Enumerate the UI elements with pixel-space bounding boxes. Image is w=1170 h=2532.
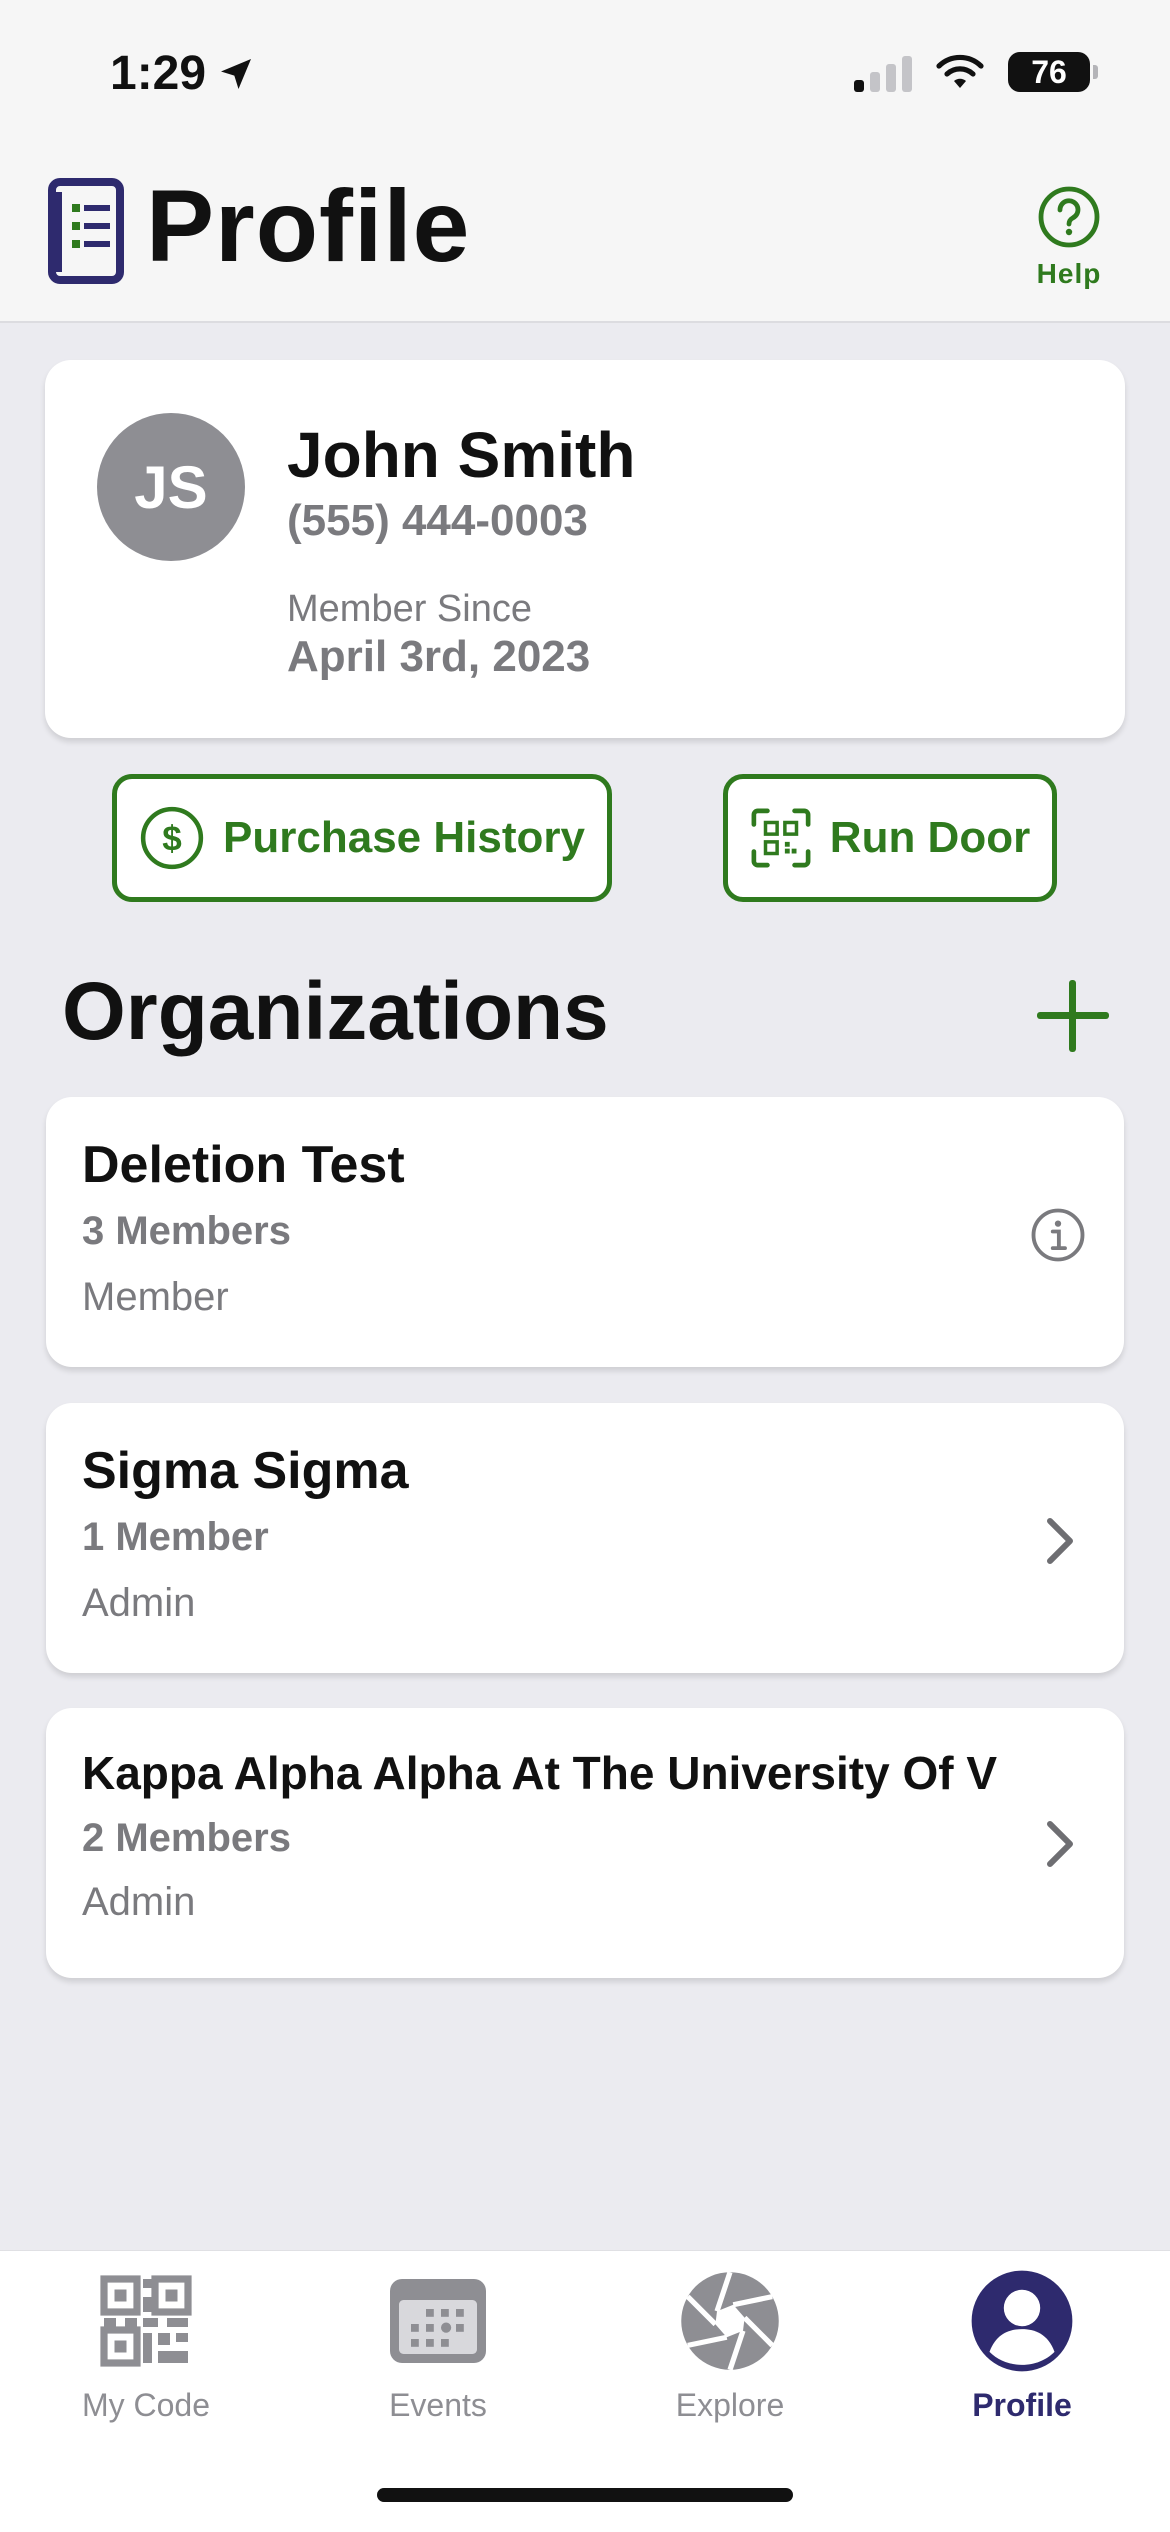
organizations-title: Organizations xyxy=(62,966,609,1057)
chevron-right-icon xyxy=(1047,1821,1073,1867)
tab-explore[interactable]: Explore xyxy=(630,2267,830,2424)
help-label: Help xyxy=(1036,258,1102,289)
org-member-count: 3 Members xyxy=(82,1209,291,1253)
svg-text:$: $ xyxy=(162,819,182,858)
user-phone: (555) 444-0003 xyxy=(287,496,588,545)
page-title: Profile xyxy=(146,169,471,283)
tab-label: My Code xyxy=(81,2387,211,2423)
org-card-sigma-sigma[interactable]: Sigma Sigma 1 Member Admin xyxy=(46,1403,1124,1673)
wifi-icon xyxy=(936,54,984,88)
tab-label: Profile xyxy=(972,2387,1072,2423)
org-role: Admin xyxy=(82,1581,196,1625)
screen: 1:29 76 Profile Help JS John Smith (555)… xyxy=(0,0,1170,2532)
profile-card: JS John Smith (555) 444-0003 Member Sinc… xyxy=(45,360,1125,738)
member-since-date: April 3rd, 2023 xyxy=(287,632,591,681)
tab-label: Events xyxy=(389,2387,487,2423)
tab-events[interactable]: Events xyxy=(338,2267,538,2424)
status-time: 1:29 xyxy=(110,46,256,101)
home-indicator xyxy=(377,2488,793,2502)
org-role: Member xyxy=(82,1275,229,1319)
chevron-right-icon xyxy=(1047,1518,1073,1564)
tab-my-code[interactable]: My Code xyxy=(46,2267,246,2424)
purchase-history-label: Purchase History xyxy=(223,813,585,862)
help-icon xyxy=(1038,186,1100,248)
cellular-signal-icon xyxy=(854,52,912,92)
top-bar: 1:29 76 Profile Help xyxy=(0,0,1170,323)
org-role: Admin xyxy=(82,1880,196,1924)
qr-code-icon xyxy=(100,2275,192,2367)
aperture-icon xyxy=(681,2271,779,2371)
location-arrow-icon xyxy=(221,58,252,89)
org-name: Kappa Alpha Alpha At The University Of V xyxy=(82,1747,998,1799)
org-member-count: 2 Members xyxy=(82,1816,291,1860)
member-since-label: Member Since xyxy=(287,588,532,630)
avatar: JS xyxy=(97,413,245,561)
battery-level: 76 xyxy=(1031,53,1067,90)
add-organization-button[interactable] xyxy=(1037,980,1109,1052)
calendar-icon xyxy=(390,2279,486,2363)
help-button[interactable]: Help xyxy=(1024,185,1114,290)
tab-profile[interactable]: Profile xyxy=(922,2267,1122,2424)
app-logo-icon xyxy=(48,178,124,284)
info-icon[interactable] xyxy=(1030,1207,1086,1263)
status-time-text: 1:29 xyxy=(110,47,207,100)
org-card-kappa-alpha-alpha[interactable]: Kappa Alpha Alpha At The University Of V… xyxy=(46,1708,1124,1978)
org-card-deletion-test[interactable]: Deletion Test 3 Members Member xyxy=(46,1097,1124,1367)
org-name: Sigma Sigma xyxy=(82,1442,409,1500)
run-door-button[interactable]: Run Door xyxy=(723,774,1057,902)
battery-indicator: 76 xyxy=(1008,52,1098,92)
tab-label: Explore xyxy=(675,2387,785,2423)
org-name: Deletion Test xyxy=(82,1136,405,1194)
purchase-history-button[interactable]: $ Purchase History xyxy=(112,774,612,902)
avatar-initials: JS xyxy=(134,453,208,521)
org-member-count: 1 Member xyxy=(82,1515,269,1559)
run-door-label: Run Door xyxy=(829,813,1031,862)
status-indicators: 76 xyxy=(854,52,1098,92)
user-name: John Smith xyxy=(287,419,636,491)
qr-scan-icon xyxy=(751,808,811,868)
dollar-circle-icon: $ xyxy=(140,806,204,870)
person-icon xyxy=(971,2270,1073,2372)
